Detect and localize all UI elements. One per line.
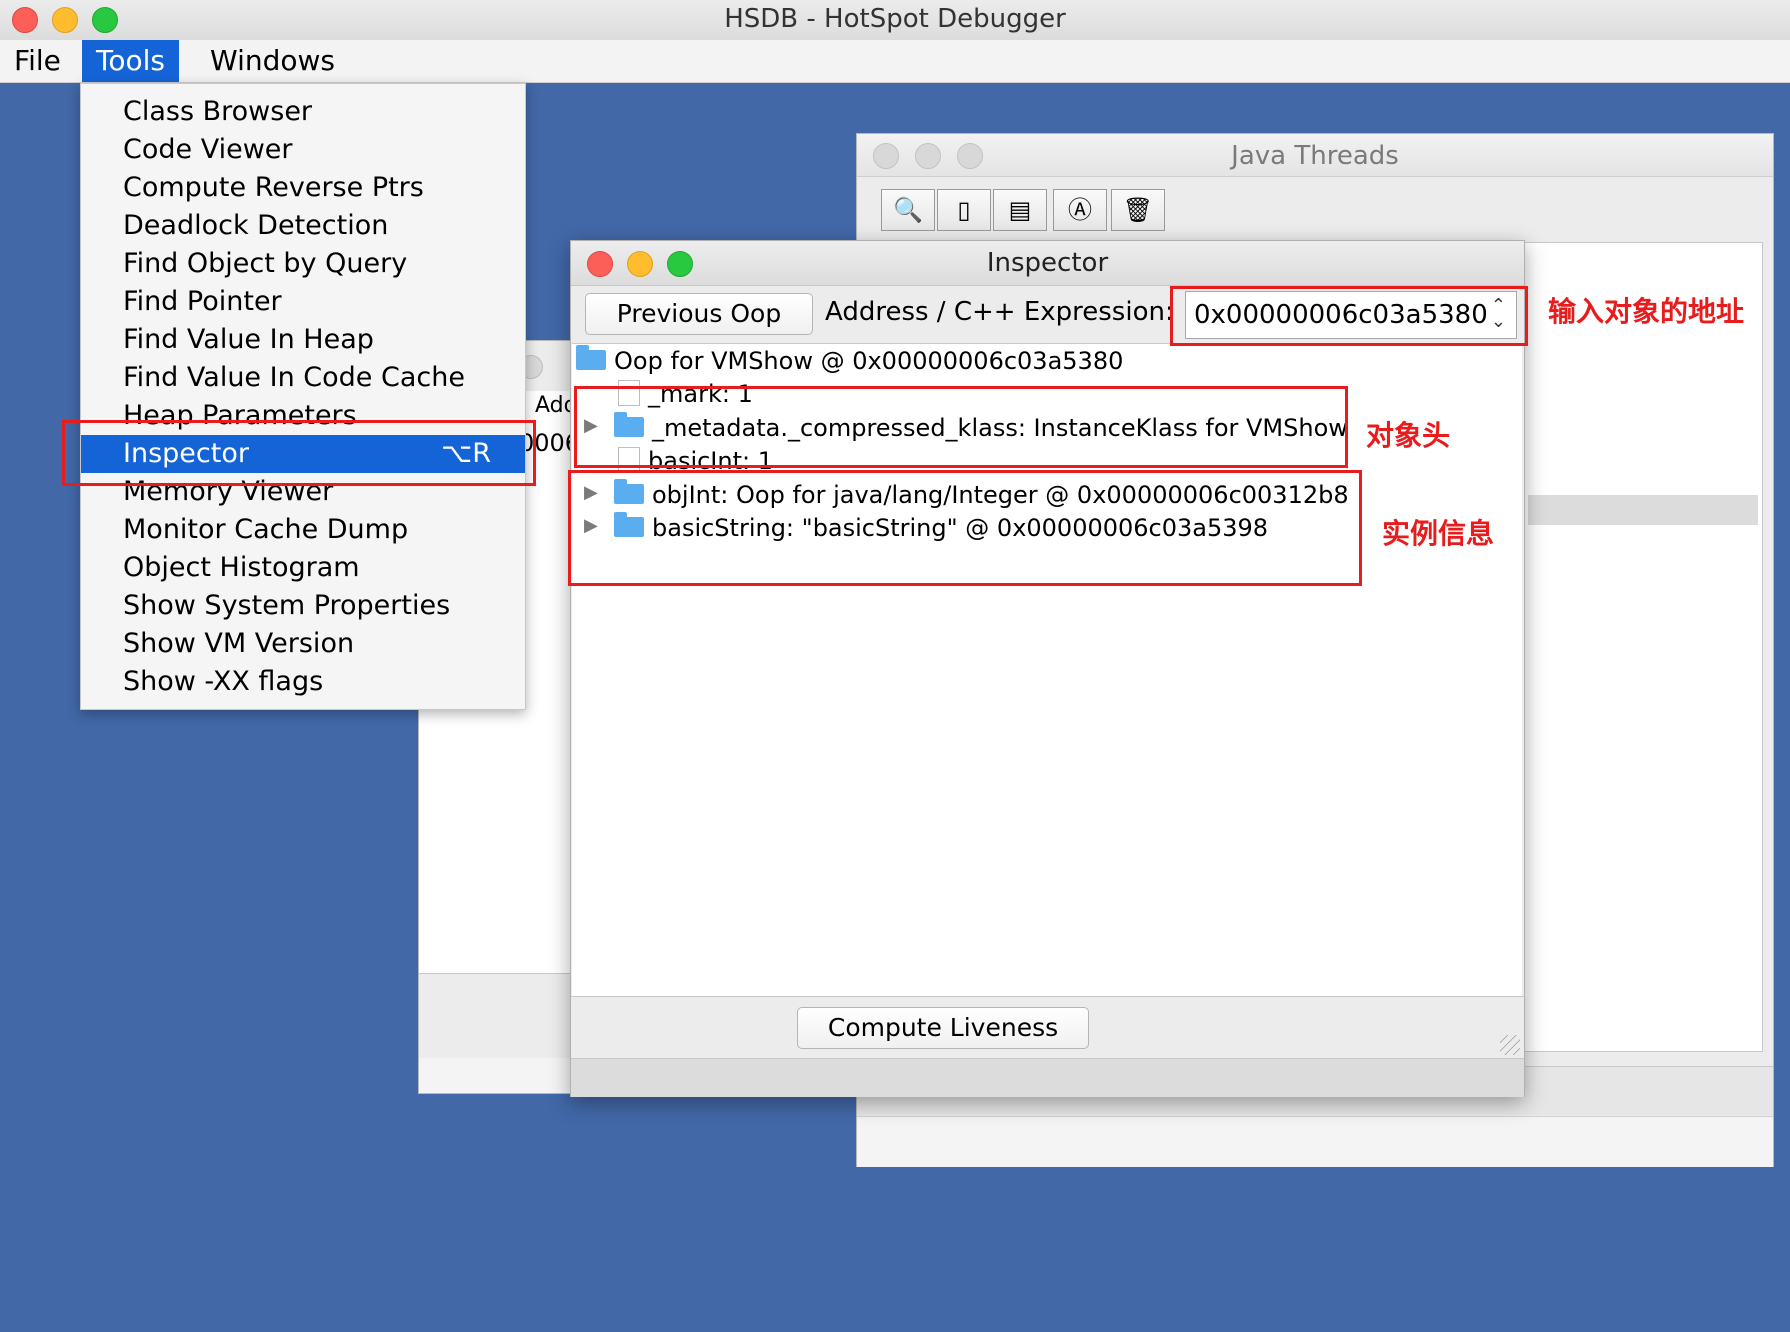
tools-menu-dropdown: Class Browser Code Viewer Compute Revers… [80, 83, 526, 710]
thread-info-icon[interactable]: ▤ [993, 189, 1047, 231]
menu-item-find-pointer[interactable]: Find Pointer [81, 283, 525, 321]
annotation-box-object-header [574, 386, 1348, 468]
annotation-box-address-input [1170, 286, 1528, 346]
java-threads-title: Java Threads [1231, 141, 1399, 171]
menu-item-find-value-in-heap[interactable]: Find Value In Heap [81, 321, 525, 359]
inspector-window: Inspector Previous Oop Address / C++ Exp… [570, 240, 1525, 1097]
menu-item-show-xx-flags[interactable]: Show -XX flags [81, 663, 525, 701]
background-window-bottom [419, 973, 579, 1059]
inspector-bottom-bar: Compute Liveness [571, 996, 1524, 1059]
menu-item-find-object-by-query[interactable]: Find Object by Query [81, 245, 525, 283]
stack-memory-icon[interactable]: ▯ [937, 189, 991, 231]
thread-row-selected[interactable] [1528, 495, 1758, 525]
java-threads-status [857, 1116, 1773, 1167]
inspect-thread-icon[interactable]: 🔍 [881, 189, 935, 231]
menu-item-class-browser[interactable]: Class Browser [81, 93, 525, 131]
find-crashes-icon[interactable]: Ⓐ [1053, 189, 1107, 231]
compute-liveness-button[interactable]: Compute Liveness [797, 1007, 1089, 1049]
inspector-status-bar [571, 1058, 1524, 1097]
annotation-box-inspector-menu [62, 420, 536, 486]
background-window-status [419, 1058, 579, 1093]
window-title: HSDB - HotSpot Debugger [724, 4, 1066, 34]
tree-root-label: Oop for VMShow @ 0x00000006c03a5380 [614, 347, 1124, 375]
menu-item-object-histogram[interactable]: Object Histogram [81, 549, 525, 587]
inspector-titlebar: Inspector [571, 241, 1524, 286]
annotation-header-note: 对象头 [1366, 419, 1451, 452]
inspector-title: Inspector [986, 248, 1109, 278]
menu-item-deadlock-detection[interactable]: Deadlock Detection [81, 207, 525, 245]
annotation-box-instance-data [568, 470, 1362, 586]
previous-oop-button[interactable]: Previous Oop [585, 293, 813, 335]
menu-item-show-system-properties[interactable]: Show System Properties [81, 587, 525, 625]
delete-icon[interactable]: 🗑 [1111, 189, 1165, 231]
annotation-instance-note: 实例信息 [1382, 517, 1495, 550]
menu-tools[interactable]: Tools [82, 40, 179, 82]
tree-root-node[interactable]: Oop for VMShow @ 0x00000006c03a5380 [576, 344, 1123, 378]
menu-item-compute-reverse-ptrs[interactable]: Compute Reverse Ptrs [81, 169, 525, 207]
resize-grip-icon[interactable] [1500, 1035, 1520, 1055]
menu-item-show-vm-version[interactable]: Show VM Version [81, 625, 525, 663]
folder-icon [576, 345, 606, 370]
menu-item-find-value-in-code-cache[interactable]: Find Value In Code Cache [81, 359, 525, 397]
main-titlebar: HSDB - HotSpot Debugger [0, 0, 1790, 41]
menu-item-monitor-cache-dump[interactable]: Monitor Cache Dump [81, 511, 525, 549]
annotation-address-note: 输入对象的地址 [1548, 295, 1745, 328]
address-label: Address / C++ Expression: [825, 297, 1174, 327]
java-threads-titlebar: Java Threads [857, 134, 1773, 177]
menu-windows[interactable]: Windows [196, 40, 349, 82]
menubar: File Tools Windows [0, 40, 1790, 83]
menu-item-code-viewer[interactable]: Code Viewer [81, 131, 525, 169]
menu-file[interactable]: File [0, 40, 75, 82]
